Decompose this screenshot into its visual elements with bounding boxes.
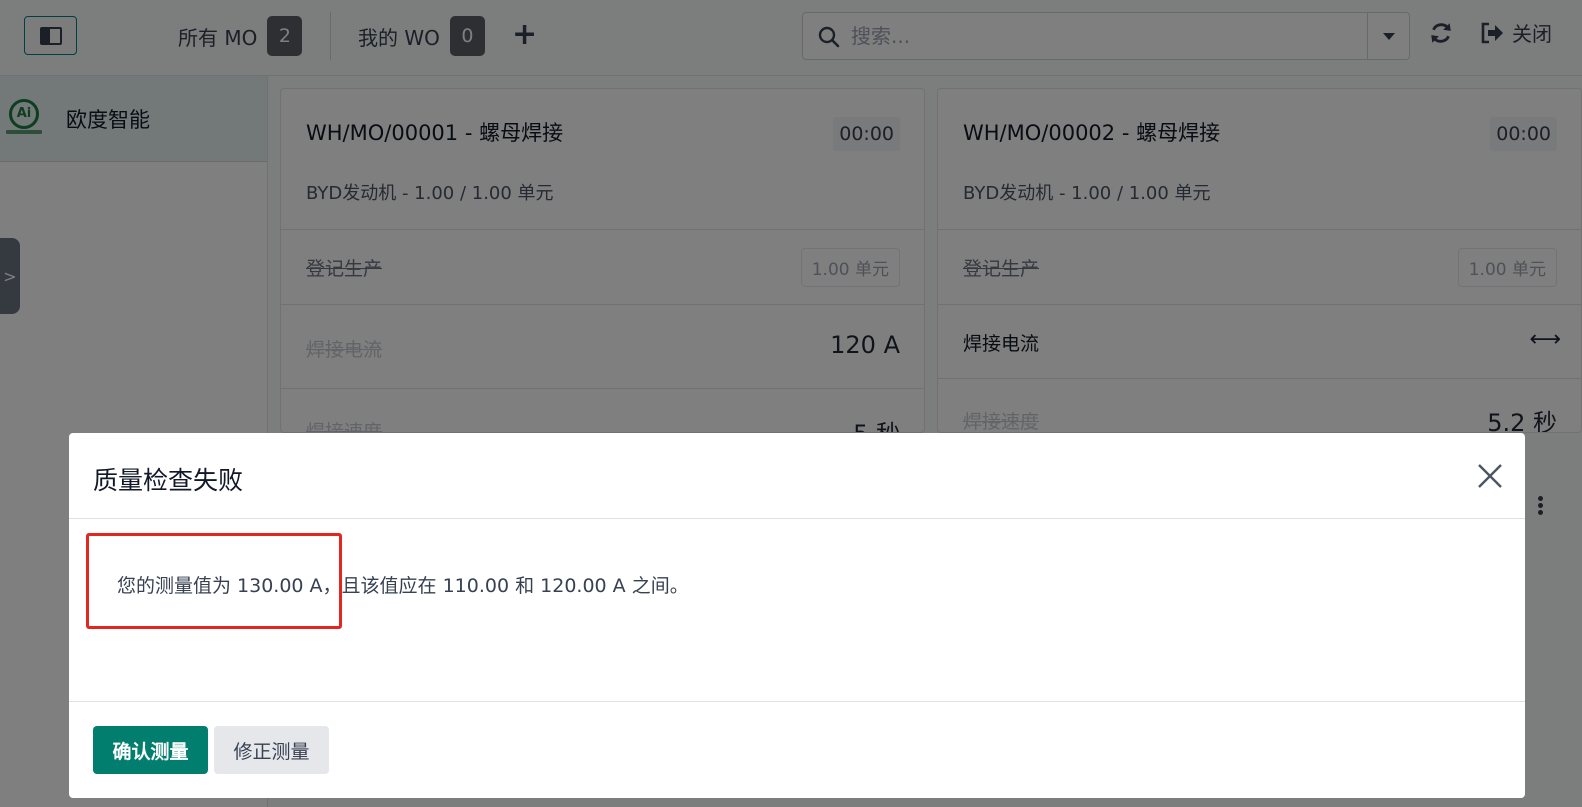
close-icon[interactable] bbox=[1475, 461, 1505, 491]
quality-check-dialog: 质量检查失败 您的测量值为 130.00 A，且该值应在 110.00 和 12… bbox=[69, 433, 1525, 798]
dialog-title: 质量检查失败 bbox=[93, 466, 244, 495]
correct-measure-button[interactable]: 修正测量 bbox=[214, 726, 329, 774]
confirm-measure-button[interactable]: 确认测量 bbox=[93, 726, 208, 774]
dialog-message: 您的测量值为 130.00 A，且该值应在 110.00 和 120.00 A … bbox=[117, 575, 689, 597]
